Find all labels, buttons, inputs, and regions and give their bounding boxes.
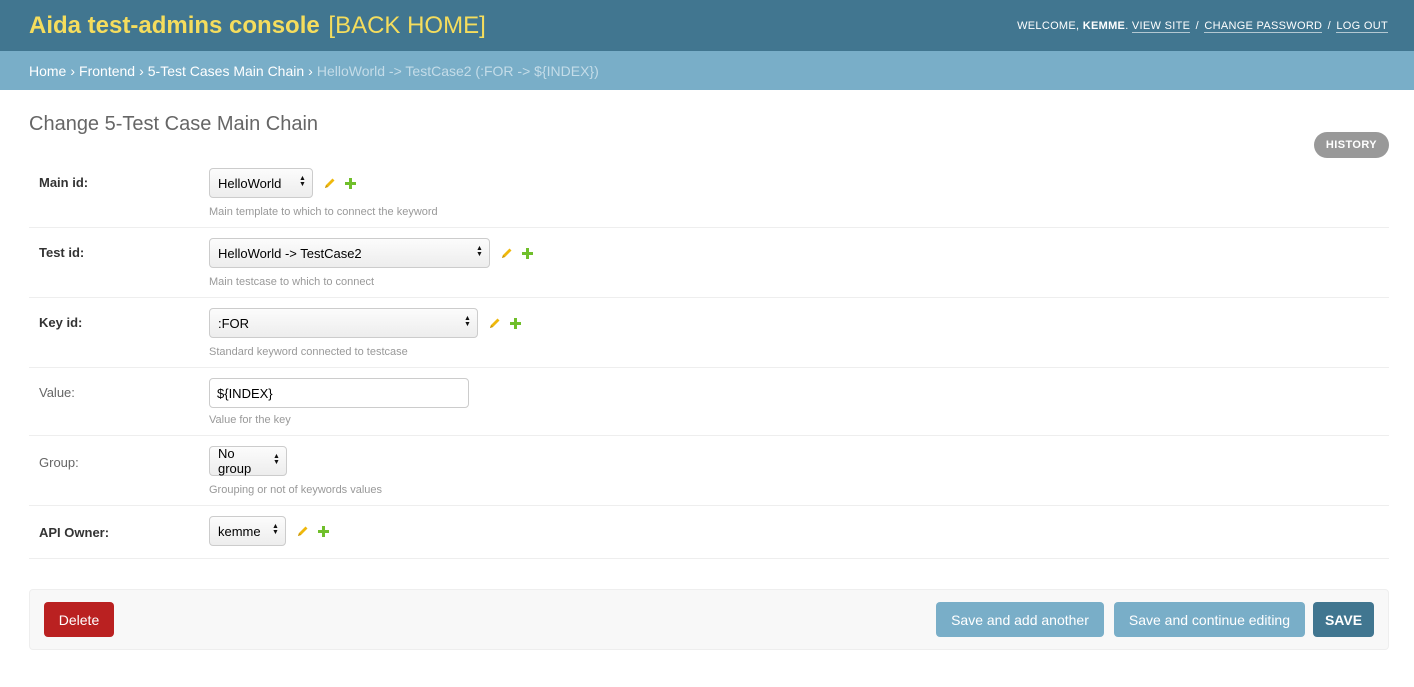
value-help: Value for the key <box>209 414 291 426</box>
add-related-plus-icon[interactable] <box>508 316 522 330</box>
add-related-plus-icon[interactable] <box>520 246 534 260</box>
add-related-plus-icon[interactable] <box>343 176 357 190</box>
change-related-pencil-icon[interactable] <box>296 524 310 538</box>
history-button[interactable]: HISTORY <box>1313 132 1389 158</box>
main-id-value: HelloWorld <box>218 175 282 191</box>
key-id-label: Key id: <box>39 315 83 330</box>
value-label: Value: <box>39 385 75 400</box>
value-input[interactable]: ${INDEX} <box>209 378 469 408</box>
separator: / <box>1327 19 1332 32</box>
submit-row: Delete Save and add another Save and con… <box>29 589 1389 650</box>
group-label: Group: <box>39 455 79 470</box>
test-id-value: HelloWorld -> TestCase2 <box>218 245 362 261</box>
test-id-help: Main testcase to which to connect <box>209 276 375 288</box>
username: KEMME <box>1082 19 1126 32</box>
breadcrumb-frontend[interactable]: Frontend <box>79 63 135 79</box>
breadcrumb-separator: › <box>139 62 144 79</box>
select-arrows-icon: ▲ ▼ <box>464 315 471 328</box>
group-select[interactable]: No group ▲ ▼ <box>209 446 287 476</box>
form-row-key-id: Key id: :FOR ▲ ▼ Standard keyword connect… <box>29 298 1389 368</box>
breadcrumb: Home › Frontend › 5-Test Cases Main Chai… <box>0 51 1414 90</box>
save-button[interactable]: SAVE <box>1313 602 1374 637</box>
form-fieldset: Main id: HelloWorld ▲ ▼ Main template to … <box>29 158 1389 559</box>
delete-button[interactable]: Delete <box>44 602 114 637</box>
breadcrumb-separator: › <box>308 62 313 79</box>
breadcrumb-test-cases-main-chain[interactable]: 5-Test Cases Main Chain <box>148 63 304 79</box>
branding: Aida test-admins console [BACK HOME] <box>29 11 486 39</box>
user-tools: WELCOME, KEMME. VIEW SITE / CHANGE PASSW… <box>1017 19 1388 33</box>
select-arrows-icon: ▲ ▼ <box>273 453 280 466</box>
form-row-group: Group: No group ▲ ▼ Grouping or not of ke… <box>29 436 1389 506</box>
key-id-select[interactable]: :FOR ▲ ▼ <box>209 308 478 338</box>
form-row-test-id: Test id: HelloWorld -> TestCase2 ▲ ▼ Main… <box>29 228 1389 298</box>
select-arrows-icon: ▲ ▼ <box>272 523 279 536</box>
log-out-link[interactable]: LOG OUT <box>1336 19 1388 33</box>
breadcrumb-separator: › <box>70 62 76 79</box>
site-name: Aida test-admins console <box>29 11 320 39</box>
back-home-link[interactable]: [BACK HOME] <box>328 12 485 39</box>
content: Change 5-Test Case Main Chain HISTORY Ma… <box>0 112 1414 650</box>
select-arrows-icon: ▲ ▼ <box>299 175 306 188</box>
save-and-add-another-button[interactable]: Save and add another <box>936 602 1104 637</box>
api-owner-label: API Owner: <box>39 525 110 540</box>
header: Aida test-admins console [BACK HOME] WEL… <box>0 0 1414 51</box>
api-owner-select[interactable]: kemme ▲ ▼ <box>209 516 286 546</box>
page-title: Change 5-Test Case Main Chain <box>29 113 319 135</box>
form-row-value: Value: ${INDEX} Value for the key <box>29 368 1389 436</box>
change-related-pencil-icon[interactable] <box>488 316 502 330</box>
select-arrows-icon: ▲ ▼ <box>476 245 483 258</box>
form-row-main-id: Main id: HelloWorld ▲ ▼ Main template to … <box>29 158 1389 228</box>
change-password-link[interactable]: CHANGE PASSWORD <box>1204 19 1323 33</box>
value-input-text: ${INDEX} <box>217 385 273 401</box>
welcome-text: WELCOME, <box>1017 19 1080 32</box>
test-id-label: Test id: <box>39 245 85 260</box>
save-and-continue-button[interactable]: Save and continue editing <box>1113 602 1305 637</box>
add-related-plus-icon[interactable] <box>316 524 330 538</box>
test-id-select[interactable]: HelloWorld -> TestCase2 ▲ ▼ <box>209 238 490 268</box>
separator: / <box>1195 19 1199 32</box>
form-row-api-owner: API Owner: kemme ▲ ▼ <box>29 506 1389 559</box>
breadcrumb-home[interactable]: Home <box>29 63 66 79</box>
key-id-help: Standard keyword connected to testcase <box>209 346 408 358</box>
api-owner-value: kemme <box>218 523 261 539</box>
main-id-select[interactable]: HelloWorld ▲ ▼ <box>209 168 313 198</box>
view-site-link[interactable]: VIEW SITE <box>1131 19 1191 33</box>
key-id-value: :FOR <box>218 315 250 331</box>
main-id-help: Main template to which to connect the ke… <box>209 206 438 218</box>
change-related-pencil-icon[interactable] <box>323 176 337 190</box>
breadcrumb-current: HelloWorld -> TestCase2 (:FOR -> ${INDEX… <box>316 62 599 79</box>
group-value: No group <box>218 446 252 476</box>
group-help: Grouping or not of keywords values <box>209 484 383 496</box>
change-related-pencil-icon[interactable] <box>500 246 514 260</box>
main-id-label: Main id: <box>39 175 89 190</box>
